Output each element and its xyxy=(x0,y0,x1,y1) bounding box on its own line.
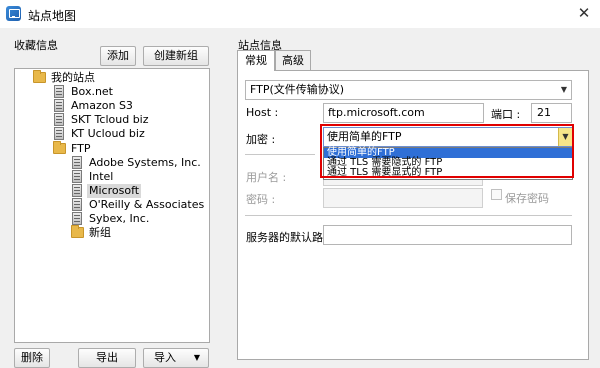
window-title: 站点地图 xyxy=(28,9,77,23)
server-icon xyxy=(54,85,64,99)
tab-advanced[interactable]: 高级 xyxy=(275,50,311,70)
tab-general[interactable]: 常规 xyxy=(237,50,275,71)
save-password-label: 保存密码 xyxy=(505,192,549,205)
tree-item-label: 新组 xyxy=(89,226,111,240)
tree-item-label: FTP xyxy=(71,141,91,155)
site-tree[interactable]: 我的站点 Box.net Amazon S3 SKT Tcloud biz KT Ucl… xyxy=(14,68,210,343)
username-label: 用户名 : xyxy=(246,171,287,184)
protocol-select[interactable]: FTP(文件传输协议) ▼ xyxy=(245,80,572,100)
import-dropdown-arrow-icon[interactable]: ▼ xyxy=(194,349,200,367)
server-icon xyxy=(54,127,64,141)
tree-item-label: SKT Tcloud biz xyxy=(71,113,149,127)
host-input[interactable]: ftp.microsoft.com xyxy=(323,103,484,123)
protocol-value: FTP(文件传输协议) xyxy=(250,83,345,96)
site-map-window: 站点地图 ✕ 收藏信息 添加 创建新组 我的站点 Box.net Amazon S3… xyxy=(0,0,600,368)
title-bar: 站点地图 ✕ xyxy=(0,0,600,28)
tree-item-label: Intel xyxy=(89,169,114,183)
folder-icon xyxy=(53,140,66,154)
default-path-label: 服务器的默认路径 xyxy=(246,231,334,244)
server-icon xyxy=(54,99,64,113)
tree-item-label: Sybex, Inc. xyxy=(89,212,150,225)
chevron-down-icon[interactable]: ▼ xyxy=(557,81,571,99)
site-map-app-icon xyxy=(6,6,21,21)
encryption-label: 加密 : xyxy=(246,133,276,146)
tree-item-label: Microsoft xyxy=(87,183,142,198)
server-icon xyxy=(54,113,64,127)
import-label: 导入 xyxy=(154,351,176,364)
server-icon xyxy=(72,155,82,169)
divider xyxy=(245,154,315,155)
create-group-button[interactable]: 创建新组 xyxy=(143,46,209,66)
tree-item-label: Adobe Systems, Inc. xyxy=(89,155,201,169)
tree-item-label: KT Ucloud biz xyxy=(71,127,145,141)
add-button[interactable]: 添加 xyxy=(100,46,136,66)
folder-icon xyxy=(71,225,84,239)
port-input[interactable]: 21 xyxy=(531,103,572,123)
close-icon[interactable]: ✕ xyxy=(573,3,595,23)
server-icon xyxy=(72,197,82,211)
favorites-label: 收藏信息 xyxy=(14,39,58,52)
chevron-down-icon[interactable]: ▼ xyxy=(558,128,572,146)
export-button[interactable]: 导出 xyxy=(78,348,136,368)
encryption-select[interactable]: 使用简单的FTP ▼ xyxy=(323,127,573,147)
server-icon xyxy=(72,169,82,183)
server-icon xyxy=(72,212,82,225)
host-label: Host : xyxy=(246,106,279,119)
save-password-checkbox[interactable] xyxy=(491,189,502,200)
password-label: 密码 : xyxy=(246,193,276,206)
tree-item-label: O'Reilly & Associates xyxy=(89,197,205,211)
divider xyxy=(245,215,572,216)
folder-icon xyxy=(33,70,46,83)
tree-item-label: Box.net xyxy=(71,85,113,99)
encryption-option-explicit-tls[interactable]: 通过 TLS 需要显式的 FTP xyxy=(324,168,572,178)
encryption-value: 使用简单的FTP xyxy=(327,130,402,143)
server-icon xyxy=(72,183,82,197)
default-path-input[interactable] xyxy=(323,225,572,245)
dialog-body: 收藏信息 添加 创建新组 我的站点 Box.net Amazon S3 SKT Tcl… xyxy=(0,28,600,368)
encryption-options-list[interactable]: 使用简单的FTP 通过 TLS 需要隐式的 FTP 通过 TLS 需要显式的 F… xyxy=(323,147,573,180)
delete-button[interactable]: 删除 xyxy=(14,348,50,368)
port-label: 端口 : xyxy=(491,108,521,121)
import-button[interactable]: 导入 ▼ xyxy=(143,348,209,368)
password-input[interactable] xyxy=(323,188,483,208)
tree-item-label: 我的站点 xyxy=(51,71,95,84)
tree-item-label: Amazon S3 xyxy=(71,99,133,113)
